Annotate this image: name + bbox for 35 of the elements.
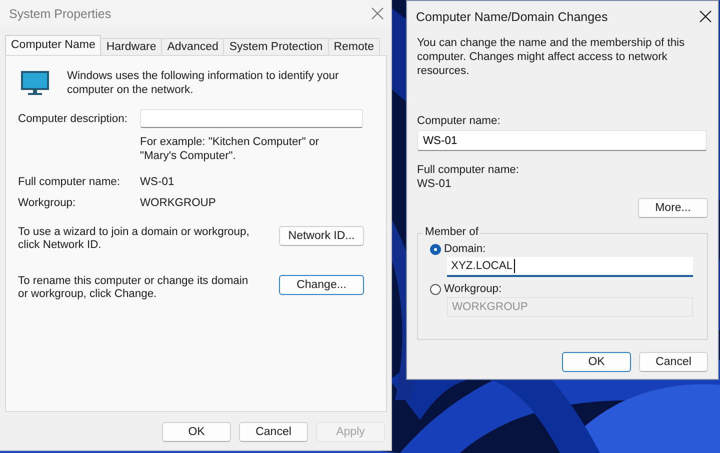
tab[interactable]: Computer Name	[5, 35, 102, 55]
dialog-button[interactable]: OK	[562, 352, 631, 372]
example-text: For example: "Kitchen Computer" or "Mary's Computer".	[140, 135, 320, 163]
dialog-button[interactable]: Cancel	[639, 352, 708, 372]
member-field: WORKGROUP	[447, 297, 693, 317]
window-title: Computer Name/Domain Changes	[416, 10, 608, 24]
field-label: Computer name:	[417, 114, 502, 128]
field-label: Full computer name:	[417, 163, 520, 177]
instruction-text: To use a wizard to join a domain or workgroup, click Network ID.	[18, 226, 250, 252]
group-label: Member of	[423, 226, 480, 238]
field-value: WS-01	[417, 177, 452, 191]
computer-name-field[interactable]: WS-01	[417, 130, 707, 151]
tab[interactable]: System Protection	[223, 38, 329, 55]
dialog-button[interactable]: OK	[162, 422, 231, 442]
field-value: WS-01	[140, 176, 174, 188]
radio-label: Domain:	[444, 243, 486, 255]
action-button[interactable]: Change...	[279, 275, 364, 295]
field-label: Workgroup:	[18, 197, 77, 209]
tab[interactable]: Remote	[328, 38, 380, 55]
radio-button[interactable]	[430, 244, 441, 254]
action-button[interactable]: Network ID...	[279, 226, 364, 246]
instruction-text: To rename this computer or change its domain or workgroup, click Change.	[18, 275, 250, 301]
field-value: WORKGROUP	[140, 197, 216, 209]
window-title: System Properties	[9, 6, 112, 20]
description-field[interactable]	[140, 109, 363, 128]
field-label: Computer description:	[18, 112, 128, 124]
member-field[interactable]: XYZ.LOCAL	[447, 257, 693, 277]
close-icon[interactable]	[699, 10, 712, 23]
intro-text: Windows uses the following information to identify your computer on the network.	[67, 69, 340, 97]
field-label: Full computer name:	[18, 176, 121, 188]
radio-label: Workgroup:	[444, 283, 502, 295]
intro-text: You can change the name and the membership of this computer. Changes might affect access to network resources.	[417, 36, 686, 78]
more-button[interactable]: More...	[638, 198, 708, 218]
monitor-icon	[21, 71, 49, 95]
dialog-button[interactable]: Cancel	[239, 422, 308, 442]
